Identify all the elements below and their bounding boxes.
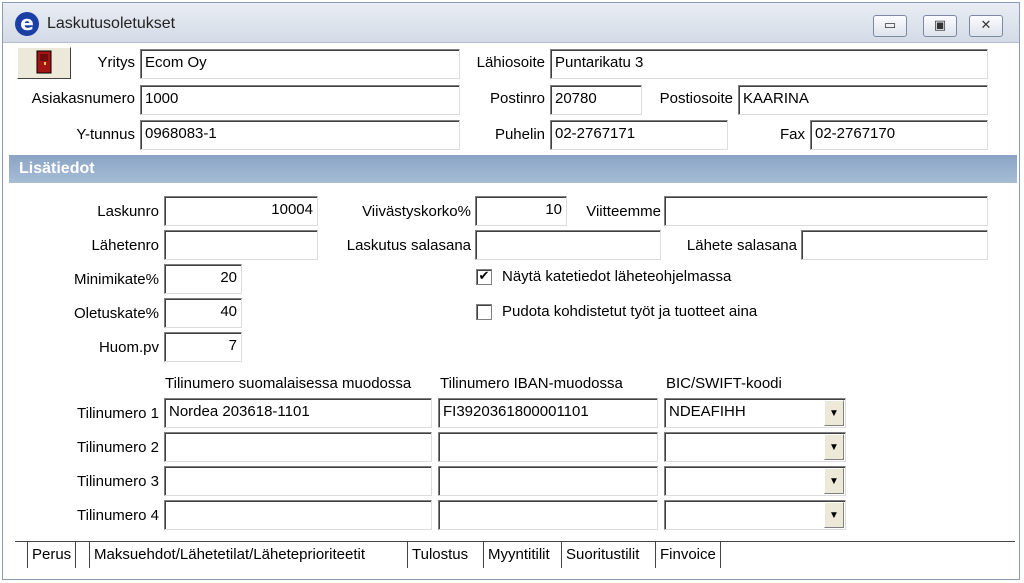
pudota-checkbox[interactable] xyxy=(476,304,492,320)
viitteemme-label: Viitteemme xyxy=(586,203,661,220)
dropdown-arrow-icon[interactable]: ▼ xyxy=(824,434,844,460)
pudota-checkbox-label: Pudota kohdistetut työt ja tuotteet aina xyxy=(502,303,758,320)
yritys-label: Yritys xyxy=(97,54,136,71)
asiakasnumero-field[interactable]: 1000 xyxy=(140,85,460,115)
tab-tulostus[interactable]: Tulostus xyxy=(407,542,472,568)
laskunro-field[interactable]: 10004 xyxy=(164,196,318,226)
account-row-label: Tilinumero 3 xyxy=(77,473,159,490)
minimize-button[interactable]: ▭ xyxy=(873,15,907,37)
lahetenro-label: Lähetenro xyxy=(91,237,159,254)
lahete-salasana-field[interactable] xyxy=(801,230,988,260)
yritys-field[interactable]: Ecom Oy xyxy=(140,49,460,79)
huompv-field[interactable]: 7 xyxy=(164,332,242,362)
maximize-button[interactable]: ▣ xyxy=(923,15,957,37)
lahiosoite-field[interactable]: Puntarikatu 3 xyxy=(550,49,988,79)
account-bic-select[interactable]: NDEAFIHH ▼ xyxy=(664,398,846,428)
huompv-label: Huom.pv xyxy=(98,339,159,356)
laskutus-salasana-label: Laskutus salasana xyxy=(346,237,471,254)
tab-myyntitilit[interactable]: Myyntitilit xyxy=(483,542,554,568)
viitteemme-field[interactable] xyxy=(664,196,988,226)
account-iban-field[interactable]: FI3920361800001101 xyxy=(438,398,658,428)
account-iban-field[interactable] xyxy=(438,432,658,462)
laskunro-label: Laskunro xyxy=(97,203,159,220)
account-bic-select[interactable]: ▼ xyxy=(664,500,846,530)
check-mark-icon: ✔ xyxy=(478,269,490,284)
section-header-lisatiedot: Lisätiedot xyxy=(9,155,1017,183)
katetiedot-checkbox[interactable]: ✔ xyxy=(476,269,492,285)
account-bic-select[interactable]: ▼ xyxy=(664,466,846,496)
app-logo-icon: e xyxy=(15,12,39,36)
account-row-label: Tilinumero 4 xyxy=(77,507,159,524)
dropdown-arrow-icon[interactable]: ▼ xyxy=(824,502,844,528)
postinro-field[interactable]: 20780 xyxy=(550,85,642,115)
postiosoite-label: Postiosoite xyxy=(659,90,733,107)
dropdown-arrow-icon[interactable]: ▼ xyxy=(824,400,844,426)
account-domestic-field[interactable] xyxy=(164,432,432,462)
col-header-bic: BIC/SWIFT-koodi xyxy=(666,375,782,392)
tab-suoritustilit[interactable]: Suoritustilit xyxy=(561,542,643,568)
minimikate-label: Minimikate% xyxy=(73,271,159,288)
fax-field[interactable]: 02-2767170 xyxy=(810,120,988,150)
account-domestic-field[interactable]: Nordea 203618-1101 xyxy=(164,398,432,428)
tab-maksuehdot[interactable]: Maksuehdot/Lähetetilat/Läheteprioriteeti… xyxy=(89,542,369,568)
katetiedot-checkbox-label: Näytä katetiedot läheteohjelmassa xyxy=(502,268,732,285)
tab-perus[interactable]: Perus xyxy=(27,542,77,568)
oletuskate-field[interactable]: 40 xyxy=(164,298,242,328)
asiakasnumero-label: Asiakasnumero xyxy=(31,90,135,107)
settings-window: e Laskutusoletukset ▭ ▣ ✕ Yritys Ecom Oy… xyxy=(2,2,1020,580)
account-row-label: Tilinumero 2 xyxy=(77,439,159,456)
account-row-label: Tilinumero 1 xyxy=(77,405,159,422)
puhelin-field[interactable]: 02-2767171 xyxy=(550,120,728,150)
account-domestic-field[interactable] xyxy=(164,466,432,496)
lahetenro-field[interactable] xyxy=(164,230,318,260)
postiosoite-field[interactable]: KAARINA xyxy=(738,85,988,115)
tab-finvoice[interactable]: Finvoice xyxy=(655,542,721,568)
col-header-iban: Tilinumero IBAN-muodossa xyxy=(440,375,623,392)
viivastyskorko-field[interactable]: 10 xyxy=(475,196,567,226)
laskutus-salasana-field[interactable] xyxy=(475,230,661,260)
title-bar[interactable]: e Laskutusoletukset ▭ ▣ ✕ xyxy=(3,3,1019,43)
ytunnus-field[interactable]: 0968083-1 xyxy=(140,120,460,150)
puhelin-label: Puhelin xyxy=(494,126,545,143)
lahete-salasana-label: Lähete salasana xyxy=(686,237,797,254)
fax-label: Fax xyxy=(779,126,805,143)
oletuskate-label: Oletuskate% xyxy=(73,305,159,322)
window-title: Laskutusoletukset xyxy=(47,15,176,32)
viivastyskorko-label: Viivästyskorko% xyxy=(362,203,471,220)
lahiosoite-label: Lähiosoite xyxy=(476,54,545,71)
account-domestic-field[interactable] xyxy=(164,500,432,530)
account-bic-select[interactable]: ▼ xyxy=(664,432,846,462)
minimikate-field[interactable]: 20 xyxy=(164,264,242,294)
dropdown-arrow-icon[interactable]: ▼ xyxy=(824,468,844,494)
bic-value: NDEAFIHH xyxy=(669,403,746,420)
postinro-label: Postinro xyxy=(489,90,545,107)
ytunnus-label: Y-tunnus xyxy=(76,126,135,143)
account-iban-field[interactable] xyxy=(438,466,658,496)
close-button[interactable]: ✕ xyxy=(969,15,1003,37)
account-iban-field[interactable] xyxy=(438,500,658,530)
col-header-domestic: Tilinumero suomalaisessa muodossa xyxy=(165,375,412,392)
